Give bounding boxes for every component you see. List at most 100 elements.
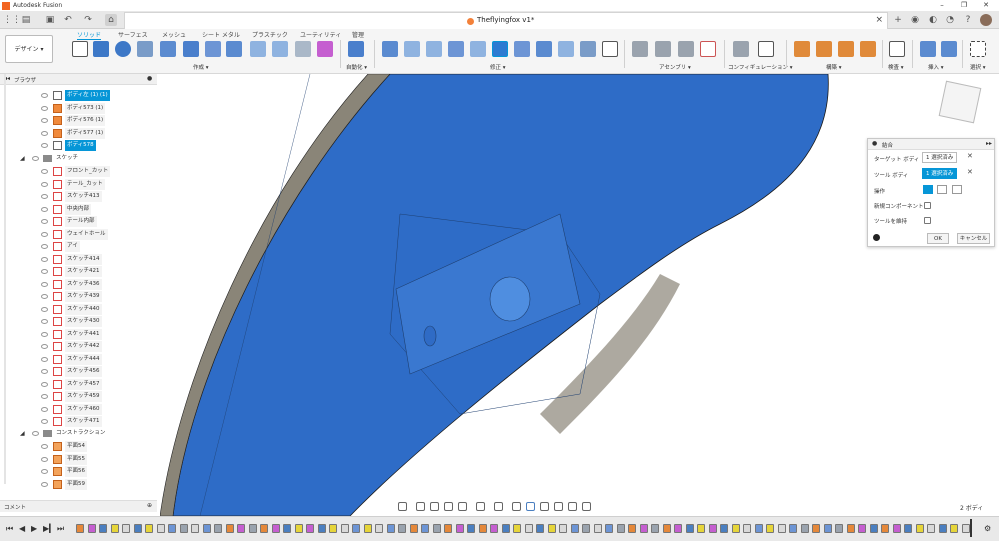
timeline-feature-icon[interactable]	[915, 524, 924, 533]
timeline-feature-icon[interactable]	[536, 524, 544, 533]
step-back-icon[interactable]: ◀	[19, 524, 25, 533]
keep-tools-checkbox[interactable]	[924, 217, 931, 224]
joint-icon[interactable]	[655, 41, 671, 57]
eye-icon[interactable]	[32, 156, 39, 161]
timeline-feature-icon[interactable]	[685, 524, 694, 533]
intersect-operation-icon[interactable]	[952, 185, 962, 194]
timeline-feature-icon[interactable]	[662, 524, 671, 533]
eye-icon[interactable]	[41, 331, 48, 337]
eye-icon[interactable]	[41, 244, 48, 249]
eye-icon[interactable]	[41, 444, 48, 449]
tab-utility[interactable]: ユーティリティ	[300, 30, 341, 39]
timeline-feature-icon[interactable]	[961, 524, 970, 533]
zoom-icon[interactable]	[444, 502, 453, 511]
save-icon[interactable]: ▣	[44, 14, 56, 26]
eye-icon[interactable]	[41, 381, 48, 387]
timeline-feature-icon[interactable]	[501, 524, 510, 533]
go-to-start-icon[interactable]: ⏮	[6, 524, 13, 534]
timeline-feature-icon[interactable]	[248, 524, 257, 533]
orbit-icon[interactable]	[398, 502, 407, 511]
timeline-feature-icon[interactable]	[513, 524, 521, 533]
new-component-checkbox[interactable]	[924, 202, 931, 209]
help-icon[interactable]: ?	[962, 14, 974, 26]
cut-operation-icon[interactable]	[937, 185, 947, 194]
eye-icon[interactable]	[41, 294, 48, 299]
play-icon[interactable]: ▶	[31, 524, 37, 533]
press-pull-icon[interactable]	[382, 41, 398, 57]
go-to-end-icon[interactable]: ⏭	[57, 524, 64, 534]
tab-manage[interactable]: 管理	[352, 30, 364, 39]
eye-icon[interactable]	[41, 419, 48, 424]
redo-icon[interactable]: ↷	[82, 14, 94, 26]
timeline-feature-icon[interactable]	[363, 524, 372, 533]
look-at-icon[interactable]	[416, 502, 425, 511]
extensions-icon[interactable]: ◉	[909, 14, 921, 26]
combine-icon[interactable]	[492, 41, 508, 57]
timeline-feature-icon[interactable]	[110, 524, 119, 533]
timeline-feature-icon[interactable]	[869, 524, 878, 533]
job-status-icon[interactable]: ◐	[927, 14, 939, 26]
join-operation-icon[interactable]	[923, 185, 933, 194]
mirror-icon[interactable]	[272, 41, 288, 57]
eye-icon[interactable]	[41, 344, 48, 349]
timeline-settings-icon[interactable]: ⚙	[984, 524, 991, 533]
eye-icon[interactable]	[41, 481, 48, 487]
timeline-feature-icon[interactable]	[76, 524, 84, 533]
timeline-feature-icon[interactable]	[743, 524, 751, 533]
timeline-feature-icon[interactable]	[145, 524, 153, 533]
visual-style-icon[interactable]	[526, 502, 535, 511]
timeline-feature-icon[interactable]	[605, 524, 613, 533]
eye-icon[interactable]	[41, 219, 48, 224]
eye-icon[interactable]	[41, 369, 48, 374]
timeline-feature-icon[interactable]	[455, 524, 464, 533]
select-icon[interactable]	[970, 41, 986, 57]
automate-icon[interactable]	[348, 41, 364, 57]
object-visibility-icon[interactable]	[554, 502, 563, 511]
timeline-feature-icon[interactable]	[731, 524, 740, 533]
timeline-feature-icon[interactable]	[306, 524, 314, 533]
eye-icon[interactable]	[41, 356, 48, 362]
folder-sketches[interactable]: ◢ スケッチ	[20, 153, 140, 164]
split-body-icon[interactable]	[558, 41, 574, 57]
create-group-label[interactable]: 作成 ▾	[193, 63, 209, 71]
timeline-feature-icon[interactable]	[214, 524, 222, 533]
timeline-feature-icon[interactable]	[858, 524, 866, 533]
configuration-group-label[interactable]: コンフィギュレーション ▾	[728, 63, 793, 71]
pan-icon[interactable]	[430, 502, 439, 511]
timeline-feature-icon[interactable]	[570, 524, 579, 533]
maximize-button[interactable]: ❐	[953, 0, 975, 11]
effects-icon[interactable]	[540, 502, 549, 511]
scale-icon[interactable]	[514, 41, 530, 57]
eye-icon[interactable]	[41, 93, 48, 98]
expand-triangle-icon[interactable]: ◢	[20, 153, 25, 164]
timeline-feature-icon[interactable]	[708, 524, 717, 533]
timeline-feature-icon[interactable]	[271, 524, 280, 533]
undo-icon[interactable]: ↶	[62, 14, 74, 26]
timeline-feature-icon[interactable]	[777, 524, 786, 533]
config-table-icon[interactable]	[758, 41, 774, 57]
timeline-feature-icon[interactable]	[444, 524, 452, 533]
timeline-feature-icon[interactable]	[800, 524, 809, 533]
timeline-feature-icon[interactable]	[375, 524, 383, 533]
grid-settings-icon[interactable]	[494, 502, 503, 511]
timeline-feature-icon[interactable]	[237, 524, 245, 533]
timeline-feature-icon[interactable]	[478, 524, 487, 533]
timeline-feature-icon[interactable]	[938, 524, 947, 533]
tab-surface[interactable]: サーフェス	[118, 30, 148, 39]
configure-icon[interactable]	[733, 41, 749, 57]
cone-icon[interactable]	[205, 41, 221, 57]
timeline-feature-icon[interactable]	[559, 524, 567, 533]
revolve-icon[interactable]	[115, 41, 131, 57]
timeline-feature-icon[interactable]	[616, 524, 625, 533]
point-icon[interactable]	[860, 41, 876, 57]
timeline-feature-icon[interactable]	[524, 524, 533, 533]
as-built-joint-icon[interactable]	[678, 41, 694, 57]
fillet-icon[interactable]	[404, 41, 420, 57]
timeline-feature-icon[interactable]	[340, 524, 349, 533]
insert-derive-icon[interactable]	[920, 41, 936, 57]
box-icon[interactable]	[160, 41, 176, 57]
timeline-feature-icon[interactable]	[927, 524, 935, 533]
new-component-icon[interactable]	[632, 41, 648, 57]
view-cube[interactable]	[938, 80, 982, 124]
viewports-icon[interactable]	[512, 502, 521, 511]
